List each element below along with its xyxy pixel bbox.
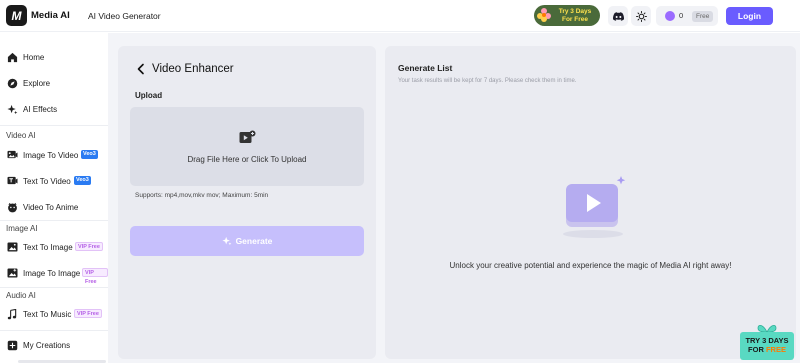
text-video-icon: [6, 175, 18, 187]
sidebar-divider: [0, 220, 108, 221]
app-title: AI Video Generator: [88, 11, 161, 21]
section-label-video-ai: Video AI: [6, 131, 36, 140]
sidebar-item-text-to-video[interactable]: Text To Video Veo3: [0, 171, 108, 191]
login-button[interactable]: Login: [726, 7, 773, 25]
home-icon: [6, 51, 18, 63]
sidebar-item-explore[interactable]: Explore: [0, 73, 108, 93]
sidebar-item-image-to-video[interactable]: Image To Video Veo3: [0, 145, 108, 165]
generate-list-title: Generate List: [398, 63, 453, 73]
sidebar-item-video-to-anime[interactable]: Video To Anime: [0, 197, 108, 217]
credits-badge[interactable]: 0 Free: [656, 6, 718, 26]
sidebar-item-ai-effects[interactable]: AI Effects: [0, 99, 108, 119]
text-image-icon: [6, 241, 18, 253]
generate-list-subtitle: Your task results will be kept for 7 day…: [398, 78, 577, 84]
floating-promo-text: TRY 3 DAYS FOR FREE: [745, 336, 789, 354]
top-bar: M Media AI AI Video Generator Try 3 Days…: [0, 0, 800, 32]
veo3-badge: Veo3: [81, 150, 98, 159]
credits-count: 0: [679, 11, 684, 20]
generate-button[interactable]: Generate: [130, 226, 364, 256]
sidebar-divider: [0, 330, 108, 331]
music-note-icon: [6, 308, 18, 320]
empty-state-text: Unlock your creative potential and exper…: [449, 261, 732, 270]
plan-badge: Free: [692, 11, 714, 22]
vip-free-badge: VIP Free: [74, 309, 102, 318]
promo-text: Try 3 Days For Free: [558, 8, 592, 23]
creations-icon: [6, 339, 18, 351]
upload-label: Upload: [135, 91, 163, 100]
vip-free-badge: VIP Free: [82, 268, 108, 285]
sidebar-item-home[interactable]: Home: [0, 47, 108, 67]
supported-formats-text: Supports: mp4,mov,mkv mov; Maximum: 5min: [135, 192, 269, 199]
flower-icon: [537, 8, 551, 22]
promo-trial-button[interactable]: Try 3 Days For Free: [534, 5, 600, 26]
image-image-icon: [6, 267, 18, 279]
discord-icon: [612, 11, 624, 21]
dropzone-text: Drag File Here or Click To Upload: [187, 155, 307, 164]
sidebar-divider: [0, 125, 108, 126]
image-video-icon: [6, 149, 18, 161]
sparkle-icon: [221, 236, 231, 246]
discord-button[interactable]: [608, 6, 628, 26]
coin-icon: [665, 11, 675, 21]
video-upload-icon: [239, 130, 256, 143]
empty-state-video-icon: [563, 176, 626, 238]
logo-icon[interactable]: M: [6, 5, 27, 26]
section-label-image-ai: Image AI: [6, 224, 38, 233]
brand-name[interactable]: Media AI: [31, 10, 70, 21]
section-label-audio-ai: Audio AI: [6, 291, 36, 300]
back-arrow-icon[interactable]: [135, 63, 147, 75]
compass-icon: [6, 77, 18, 89]
upload-dropzone[interactable]: Drag File Here or Click To Upload: [130, 107, 364, 186]
sidebar-item-text-to-music[interactable]: Text To Music VIP Free: [0, 304, 108, 324]
sun-icon: [635, 10, 647, 22]
sidebar-item-text-to-image[interactable]: Text To Image VIP Free: [0, 237, 108, 257]
theme-toggle-button[interactable]: [631, 6, 651, 26]
page-title: Video Enhancer: [152, 63, 234, 75]
sidebar-item-my-creations[interactable]: My Creations: [0, 335, 108, 355]
floating-trial-promo[interactable]: TRY 3 DAYS FOR FREE: [740, 322, 794, 360]
sidebar-divider: [0, 287, 108, 288]
sparkles-icon: [6, 103, 18, 115]
anime-face-icon: [6, 201, 18, 213]
generate-label: Generate: [235, 236, 273, 246]
sidebar-item-image-to-image[interactable]: Image To Image VIP Free: [0, 263, 108, 285]
sidebar: Home Explore AI Effects Video AI Image T…: [0, 33, 108, 363]
veo3-badge: Veo3: [74, 176, 91, 185]
vip-free-badge: VIP Free: [75, 242, 103, 251]
